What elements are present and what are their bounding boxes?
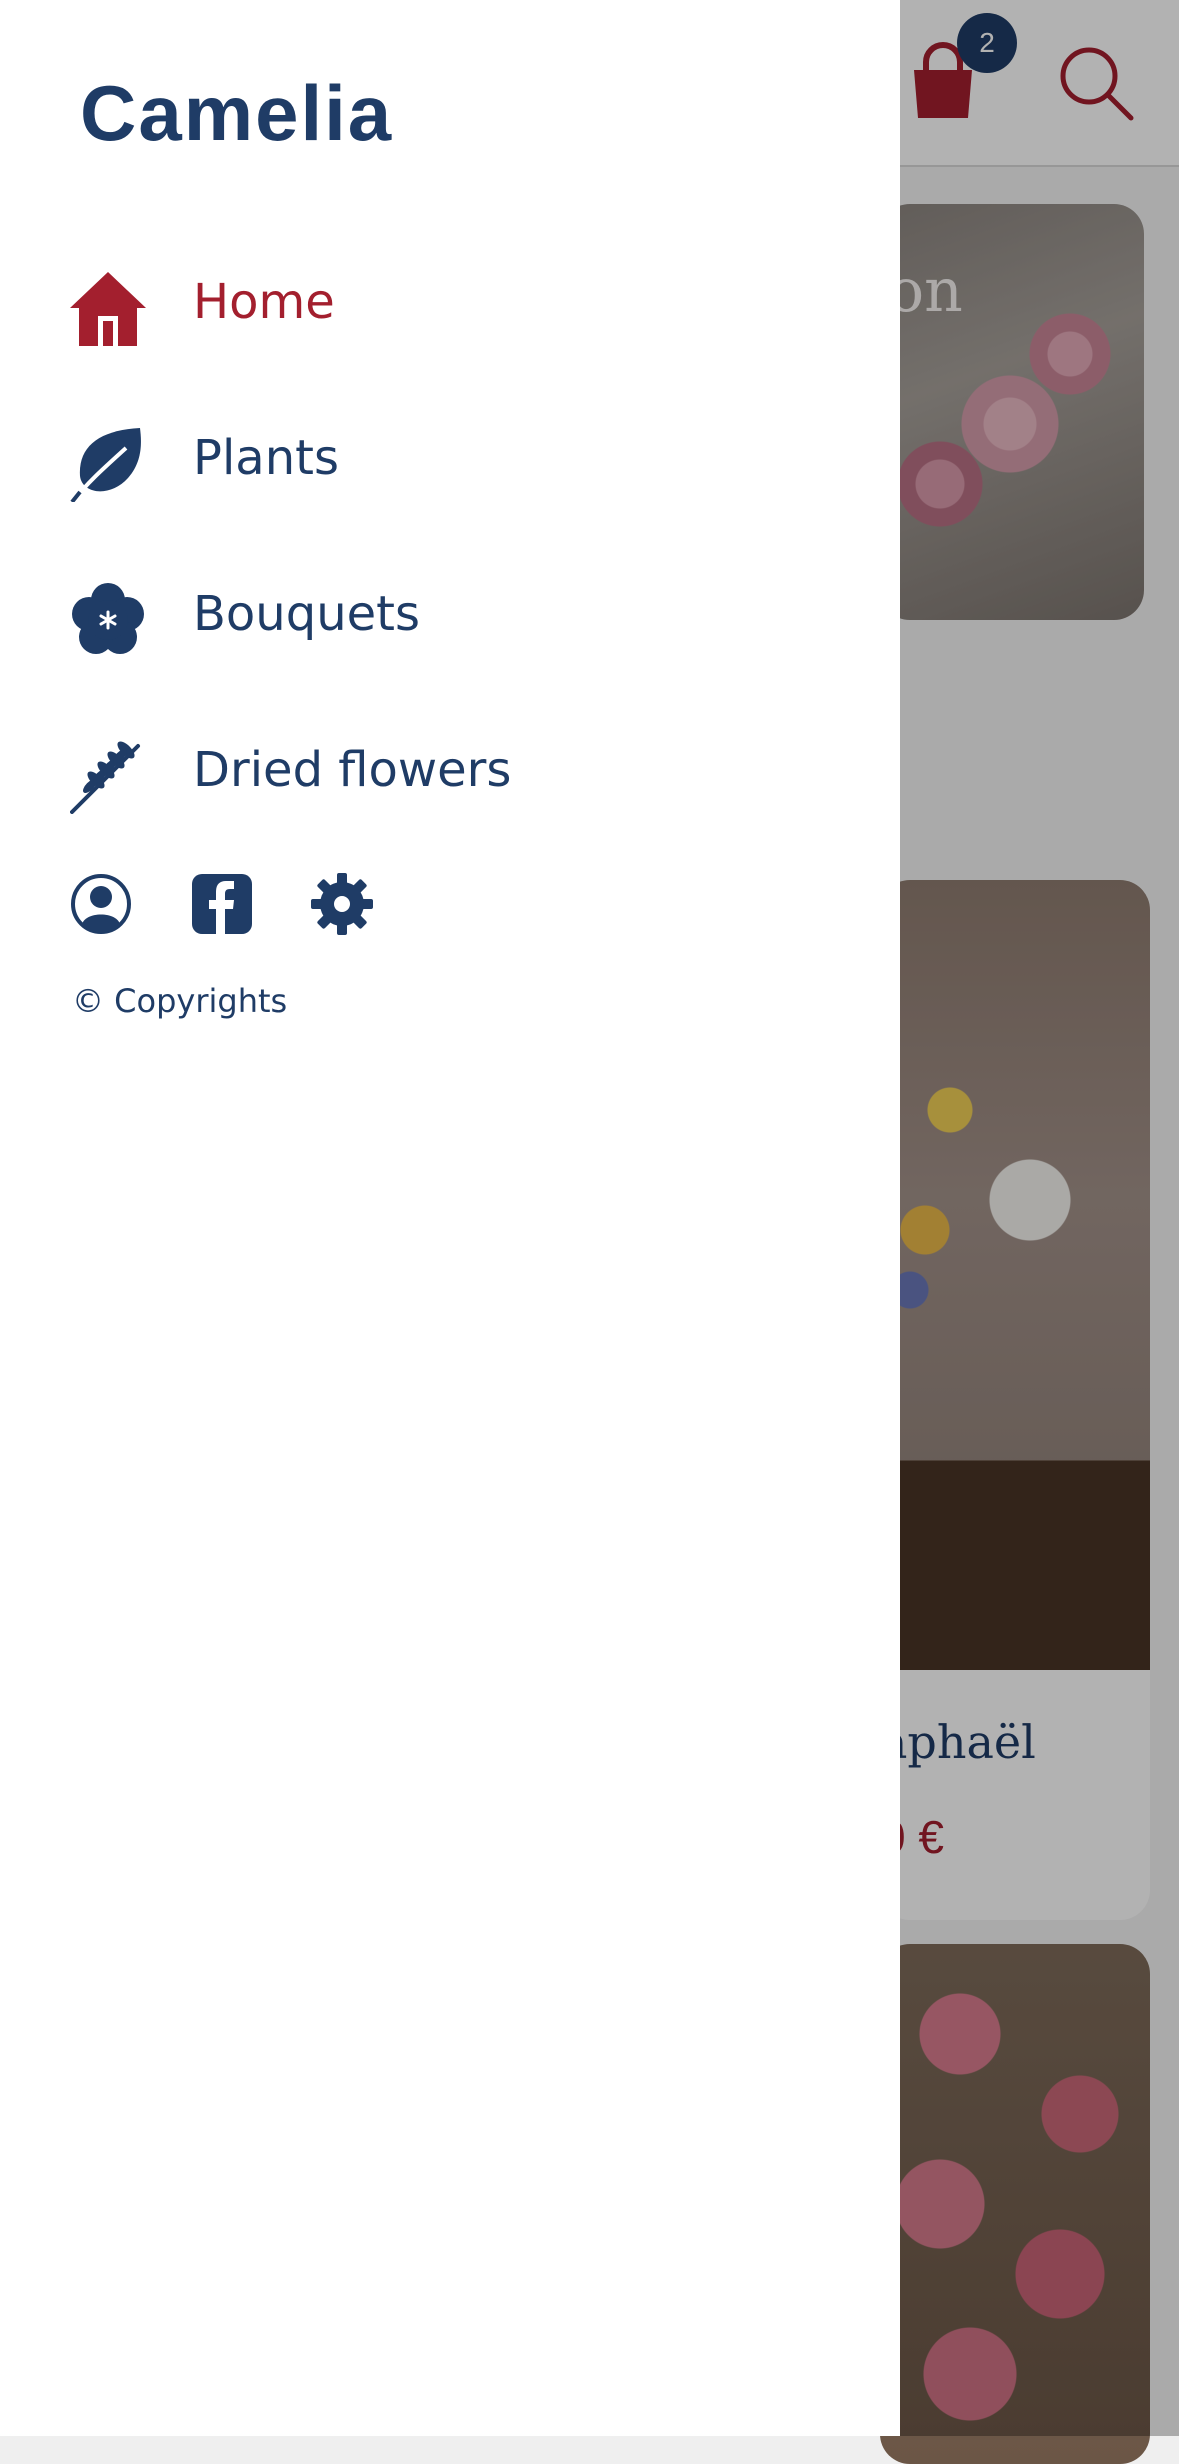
- leaf-icon: [70, 428, 141, 502]
- copyright-text: © Copyrights: [72, 982, 288, 1020]
- nav-item-bouquets[interactable]: Bouquets: [70, 582, 830, 682]
- nav-label-home: Home: [193, 274, 335, 330]
- account-icon: [71, 874, 131, 934]
- settings-icon: [311, 873, 373, 935]
- facebook-icon: [192, 874, 252, 934]
- home-icon: [70, 272, 146, 346]
- nav-item-dried-flowers[interactable]: Dried flowers: [70, 738, 830, 838]
- settings-button[interactable]: [311, 873, 373, 937]
- facebook-button[interactable]: [191, 873, 253, 937]
- account-button[interactable]: [70, 873, 132, 937]
- nav-item-plants[interactable]: Plants: [70, 426, 830, 526]
- nav-label-plants: Plants: [193, 430, 339, 486]
- nav-item-home[interactable]: Home: [70, 270, 830, 370]
- nav-label-dried-flowers: Dried flowers: [193, 742, 512, 798]
- nav-label-bouquets: Bouquets: [193, 586, 420, 642]
- flower-icon: [72, 583, 144, 654]
- wheat-icon: [70, 741, 140, 814]
- brand-logo-text: Camelia: [80, 69, 394, 157]
- navigation-drawer: Camelia Home Plants Bouquets Dried flowe…: [0, 0, 900, 2436]
